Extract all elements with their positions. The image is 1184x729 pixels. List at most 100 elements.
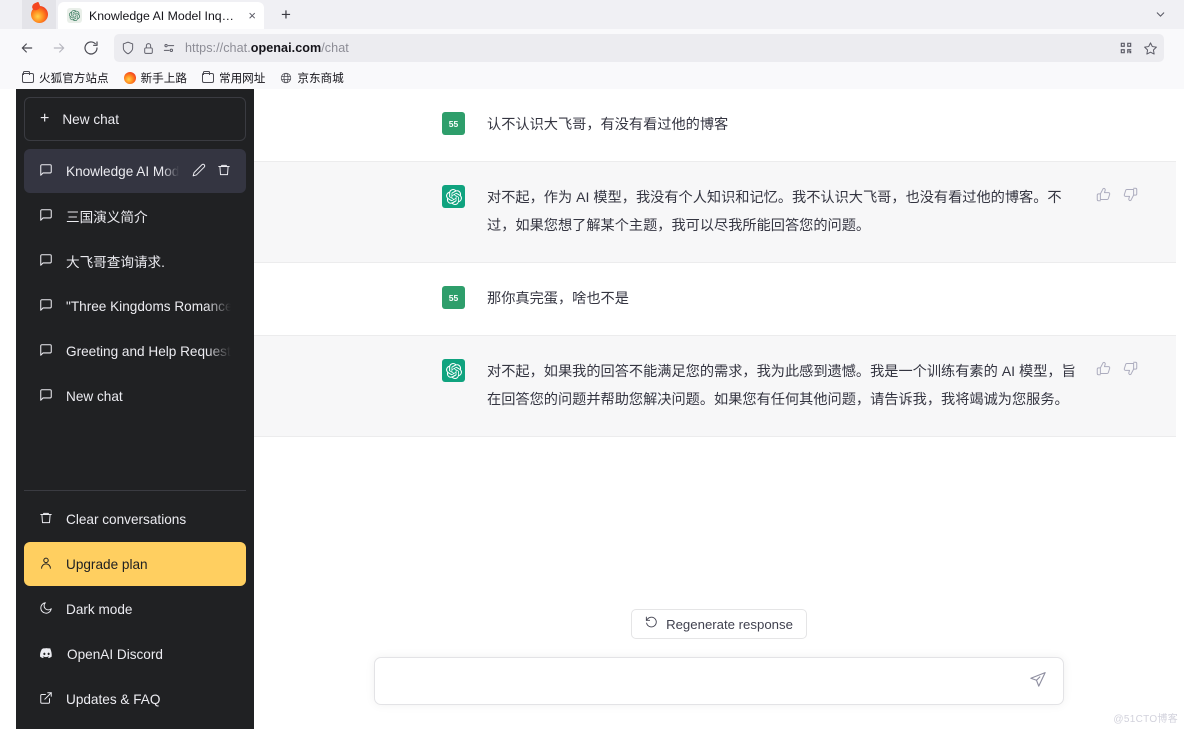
sidebar-item-dark-mode[interactable]: Dark mode — [24, 587, 246, 631]
reader-mode-icon[interactable] — [162, 41, 176, 55]
chat-bubble-icon — [39, 343, 53, 360]
watermark: @51CTO博客 — [1113, 714, 1178, 725]
scrollbar[interactable] — [1176, 89, 1184, 729]
message-user: 55 那你真完蛋，啥也不是 — [254, 263, 1184, 335]
lock-icon[interactable] — [142, 42, 155, 55]
sidebar-item-openai-discord[interactable]: OpenAI Discord — [24, 632, 246, 676]
bookmark-label: 新手上路 — [140, 72, 187, 85]
sidebar-item-label: Dark mode — [66, 601, 133, 617]
avatar — [442, 359, 465, 382]
firefox-app-button[interactable] — [22, 0, 56, 29]
sidebar-item-conversation[interactable]: 大飞哥查询请求. — [24, 239, 246, 283]
firefox-icon — [30, 6, 48, 23]
browser-window: Knowledge AI Model Inquiry × + https://c… — [0, 0, 1184, 729]
chat-bubble-icon — [39, 298, 53, 315]
sidebar-item-conversation[interactable]: "Three Kingdoms Romance — [24, 284, 246, 328]
address-bar[interactable]: https://chat.openai.com/chat — [114, 34, 1164, 62]
bookmark-label: 火狐官方站点 — [39, 72, 109, 85]
trash-icon[interactable] — [217, 163, 231, 180]
new-chat-label: New chat — [62, 111, 120, 127]
sidebar-divider — [24, 490, 246, 491]
chat-input[interactable] — [391, 673, 1029, 689]
shield-icon[interactable] — [121, 41, 135, 55]
new-chat-button[interactable]: + New chat — [24, 97, 246, 141]
trash-icon — [39, 511, 53, 528]
tab-strip: Knowledge AI Model Inquiry × + — [0, 0, 1184, 29]
thumbs-up-icon[interactable] — [1096, 187, 1111, 207]
sidebar-item-conversation[interactable]: Greeting and Help Request — [24, 329, 246, 373]
sidebar-footer: Clear conversations Upgrade plan Dark mo… — [24, 497, 246, 721]
sidebar-item-clear-conversations[interactable]: Clear conversations — [24, 497, 246, 541]
sidebar: + New chat Knowledge AI Model 三国演义简介 大飞哥… — [16, 89, 254, 729]
message-composer[interactable] — [374, 657, 1064, 705]
firefox-icon — [123, 72, 136, 84]
new-tab-button[interactable]: + — [273, 2, 299, 28]
forward-button[interactable] — [44, 33, 74, 63]
sidebar-item-knowledge-ai-model[interactable]: Knowledge AI Model — [24, 149, 246, 193]
sidebar-item-upgrade-plan[interactable]: Upgrade plan — [24, 542, 246, 586]
message-feedback — [1096, 184, 1138, 240]
reload-button[interactable] — [76, 33, 106, 63]
moon-icon — [39, 601, 53, 618]
sidebar-item-label: OpenAI Discord — [67, 646, 163, 662]
bookmark-label: 京东商城 — [297, 72, 344, 85]
message-user: 55 认不认识大飞哥，有没有看过他的博客 — [254, 89, 1184, 161]
bookmark-star-icon[interactable] — [1143, 41, 1158, 56]
chat-bubble-icon — [39, 253, 53, 270]
message-text: 对不起，作为 AI 模型，我没有个人知识和记忆。我不认识大飞哥，也没有看过他的博… — [487, 190, 1062, 234]
message-assistant: 对不起，作为 AI 模型，我没有个人知识和记忆。我不认识大飞哥，也没有看过他的博… — [254, 161, 1184, 263]
folder-icon — [22, 70, 34, 83]
sidebar-item-label: Clear conversations — [66, 511, 187, 527]
chat-bubble-icon — [39, 388, 53, 405]
bookmark-item[interactable]: 火狐官方站点 — [22, 70, 109, 86]
thumbs-down-icon[interactable] — [1123, 361, 1138, 381]
browser-tab[interactable]: Knowledge AI Model Inquiry × — [58, 2, 264, 29]
person-icon — [39, 556, 53, 573]
discord-icon — [39, 645, 54, 663]
folder-icon — [201, 70, 214, 83]
send-icon[interactable] — [1029, 670, 1047, 693]
conversation-label: 大飞哥查询请求. — [66, 255, 165, 270]
message-text: 那你真完蛋，啥也不是 — [487, 291, 629, 307]
message-feedback — [1096, 358, 1138, 414]
back-button[interactable] — [12, 33, 42, 63]
thumbs-down-icon[interactable] — [1123, 187, 1138, 207]
sidebar-item-conversation[interactable]: New chat — [24, 374, 246, 418]
chevron-down-icon[interactable] — [1150, 4, 1170, 24]
chat-thread: 55 认不认识大飞哥，有没有看过他的博客 对不起，作为 AI 模型，我没有个人知… — [254, 89, 1184, 729]
external-link-icon — [39, 691, 53, 708]
composer-area: Regenerate response — [254, 609, 1184, 729]
chatgpt-page: + New chat Knowledge AI Model 三国演义简介 大飞哥… — [0, 89, 1184, 729]
thumbs-up-icon[interactable] — [1096, 361, 1111, 381]
bookmark-item[interactable]: 新手上路 — [123, 70, 187, 86]
sidebar-item-updates-faq[interactable]: Updates & FAQ — [24, 677, 246, 721]
conversation-label: Knowledge AI Model — [66, 163, 179, 179]
message-assistant: 对不起，如果我的回答不能满足您的需求，我为此感到遗憾。我是一个训练有素的 AI … — [254, 335, 1184, 437]
regenerate-response-button[interactable]: Regenerate response — [631, 609, 807, 639]
conversation-label: Greeting and Help Request — [66, 343, 231, 359]
bookmark-item[interactable]: 常用网址 — [201, 70, 265, 86]
openai-favicon — [67, 8, 82, 23]
url-text: https://chat.openai.com/chat — [185, 41, 349, 55]
qr-code-icon[interactable] — [1119, 41, 1133, 55]
avatar: 55 — [442, 112, 465, 135]
avatar: 55 — [442, 286, 465, 309]
conversation-label: "Three Kingdoms Romance — [66, 298, 231, 314]
close-icon[interactable]: × — [247, 9, 257, 22]
bookmark-item[interactable]: 京东商城 — [280, 70, 344, 86]
tab-title: Knowledge AI Model Inquiry — [89, 8, 241, 23]
conversation-list: Knowledge AI Model 三国演义简介 大飞哥查询请求. "Thre… — [24, 149, 246, 490]
sidebar-item-label: Upgrade plan — [66, 556, 148, 572]
bookmarks-bar: 火狐官方站点 新手上路 常用网址 京东商城 — [0, 67, 1184, 89]
conversation-label: 三国演义简介 — [66, 210, 148, 225]
conversation-label: New chat — [66, 388, 123, 404]
chat-bubble-icon — [39, 163, 53, 180]
sidebar-item-label: Updates & FAQ — [66, 691, 161, 707]
chat-bubble-icon — [39, 208, 53, 225]
sidebar-item-conversation[interactable]: 三国演义简介 — [24, 194, 246, 238]
refresh-icon — [645, 616, 658, 632]
plus-icon: + — [40, 110, 50, 127]
navigation-toolbar: https://chat.openai.com/chat — [0, 29, 1184, 67]
edit-icon[interactable] — [192, 163, 206, 180]
regenerate-label: Regenerate response — [666, 616, 793, 632]
